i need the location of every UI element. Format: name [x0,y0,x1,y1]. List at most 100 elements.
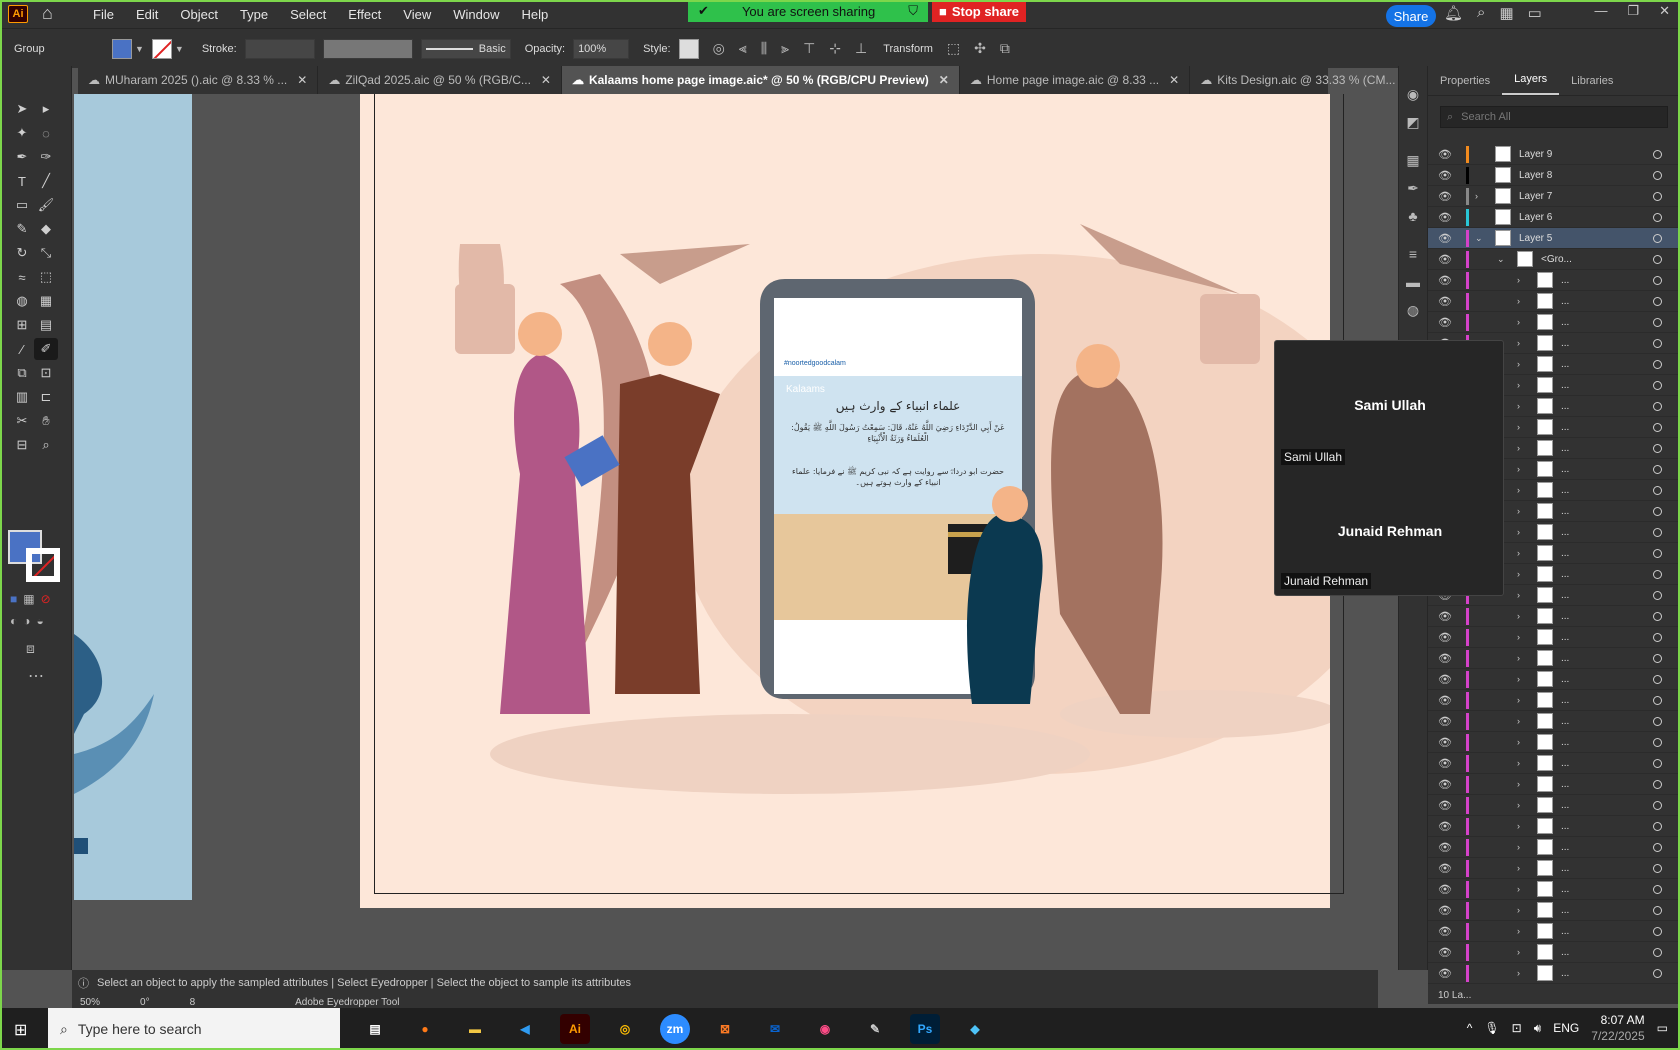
eye-icon[interactable]: 👁︎ [1438,253,1458,266]
layer-row[interactable]: 👁︎ ›... [1428,900,1680,921]
eye-icon[interactable]: 👁︎ [1438,904,1458,917]
layer-name[interactable]: ... [1561,758,1653,769]
layer-name[interactable]: ... [1561,422,1653,433]
firefox-icon[interactable]: ● [410,1014,440,1044]
task-view-icon[interactable]: ▤ [360,1014,390,1044]
chevron-right-icon[interactable]: › [1517,905,1533,915]
rotation-value[interactable]: 0° [140,997,150,1008]
eyedropper-active-icon[interactable]: ✐ [34,338,58,360]
chevron-right-icon[interactable]: › [1517,506,1533,516]
layer-row[interactable]: 👁︎ ›... [1428,648,1680,669]
eye-icon[interactable]: 👁︎ [1438,274,1458,287]
recolor-icon[interactable]: ◎ [713,40,725,57]
zoom-tool-icon[interactable]: ⌕ [34,434,58,456]
share-button[interactable]: Share [1386,5,1436,27]
layer-name[interactable]: ... [1561,884,1653,895]
target-icon[interactable] [1653,779,1662,789]
menu-help[interactable]: Help [510,7,559,22]
creative-cloud-icon[interactable]: ◉ [810,1014,840,1044]
scale-tool-icon[interactable]: ⤡ [34,242,58,264]
illustrator-app[interactable]: Ai [560,1014,590,1044]
layer-row[interactable]: 👁︎ ›... [1428,816,1680,837]
print-tiling-icon[interactable]: ⊟ [10,434,34,456]
xampp-icon[interactable]: ⊠ [710,1014,740,1044]
layer-name[interactable]: ... [1561,296,1653,307]
align-right-icon[interactable]: ⫸ [781,40,789,57]
search-icon[interactable]: ⌕ [1477,4,1485,22]
panel-icon[interactable]: ▭ [1528,4,1542,22]
close-icon[interactable]: ✕ [297,73,307,87]
eye-icon[interactable]: 👁︎ [1438,652,1458,665]
eye-icon[interactable]: 👁︎ [1438,925,1458,938]
layer-name[interactable]: ... [1561,800,1653,811]
layer-row[interactable]: 👁︎ ›... [1428,627,1680,648]
chevron-right-icon[interactable]: › [1517,443,1533,453]
layer-name[interactable]: ... [1561,569,1653,580]
layer-name[interactable]: ... [1561,653,1653,664]
draw-inside-icon[interactable]: ◒ [37,614,44,628]
opacity-field[interactable]: 100% [573,38,630,59]
layer-name[interactable]: ... [1561,716,1653,727]
chevron-down-icon[interactable]: ⌄ [1497,254,1513,265]
layer-name[interactable]: Layer 6 [1519,212,1653,223]
chevron-right-icon[interactable]: › [1517,548,1533,558]
zoom-app[interactable]: zm [660,1014,690,1044]
target-icon[interactable] [1653,548,1662,558]
outlook-icon[interactable]: ✉ [760,1014,790,1044]
layer-name[interactable]: ... [1561,317,1653,328]
taskbar-search[interactable]: ⌕ Type here to search [48,1008,340,1050]
variable-width-field[interactable] [322,38,413,59]
swatches-icon[interactable]: ▦ [1403,152,1423,172]
menu-file[interactable]: File [82,7,125,22]
hand-tool-icon[interactable]: ✋︎ [34,410,58,432]
target-icon[interactable] [1653,800,1662,810]
rectangle-tool-icon[interactable]: ▭ [10,194,34,216]
style-swatch[interactable] [678,38,699,59]
layer-name[interactable]: ... [1561,485,1653,496]
layer-row[interactable]: 👁︎ ›... [1428,606,1680,627]
canvas[interactable]: Kalaams علماء انبیاء کے وارث ہیں عَنْ أَ… [72,94,1378,970]
chevron-right-icon[interactable]: › [1517,380,1533,390]
chevron-right-icon[interactable]: › [1517,884,1533,894]
target-icon[interactable] [1653,716,1662,726]
layer-name[interactable]: ... [1561,674,1653,685]
gem-app-icon[interactable]: ◆ [960,1014,990,1044]
chevron-right-icon[interactable]: › [1517,695,1533,705]
target-icon[interactable] [1653,611,1662,621]
draw-behind-icon[interactable]: ◑ [23,614,30,628]
align-top-icon[interactable]: ⊤ [803,40,815,57]
chevron-down-icon[interactable]: ▼ [135,44,144,54]
layer-name[interactable]: ... [1561,359,1653,370]
chevron-right-icon[interactable]: › [1517,779,1533,789]
chevron-right-icon[interactable]: › [1517,632,1533,642]
chevron-right-icon[interactable]: › [1517,716,1533,726]
symbol-sprayer-icon[interactable]: ⊡ [34,362,58,384]
volume-icon[interactable]: 🔊︎ [1534,1021,1542,1036]
layer-row[interactable]: 👁︎ ›... [1428,795,1680,816]
layer-row[interactable]: 👁︎ Layer 9 [1428,144,1680,165]
layer-name[interactable]: ... [1561,590,1653,601]
gradient-icon[interactable]: ▬ [1403,274,1423,294]
symbols-icon[interactable]: ♣ [1403,208,1423,228]
layer-row[interactable]: 👁︎ ⌄ Layer 5 [1428,228,1680,249]
more-tools-icon[interactable]: ⋯ [28,666,44,686]
target-icon[interactable] [1653,632,1662,642]
menu-type[interactable]: Type [229,7,279,22]
target-icon[interactable] [1653,968,1662,978]
lasso-icon[interactable]: ◌ [34,122,58,144]
chevron-right-icon[interactable]: › [1517,842,1533,852]
perspective-grid-icon[interactable]: ▦ [34,290,58,312]
target-icon[interactable] [1653,422,1662,432]
chevron-right-icon[interactable]: › [1517,590,1533,600]
rotate-tool-icon[interactable]: ↻ [10,242,34,264]
color-mode-icon[interactable]: ■ [10,592,17,606]
target-icon[interactable] [1653,275,1662,285]
eye-icon[interactable]: 👁︎ [1438,883,1458,896]
target-icon[interactable] [1653,842,1662,852]
layer-name[interactable]: ... [1561,506,1653,517]
target-icon[interactable] [1653,674,1662,684]
blend-tool-icon[interactable]: ⧉ [10,362,34,384]
slice-tool-icon[interactable]: ✂ [10,410,34,432]
workspace-icon[interactable]: ▦ [1499,4,1513,22]
layer-row[interactable]: 👁︎ ›... [1428,942,1680,963]
